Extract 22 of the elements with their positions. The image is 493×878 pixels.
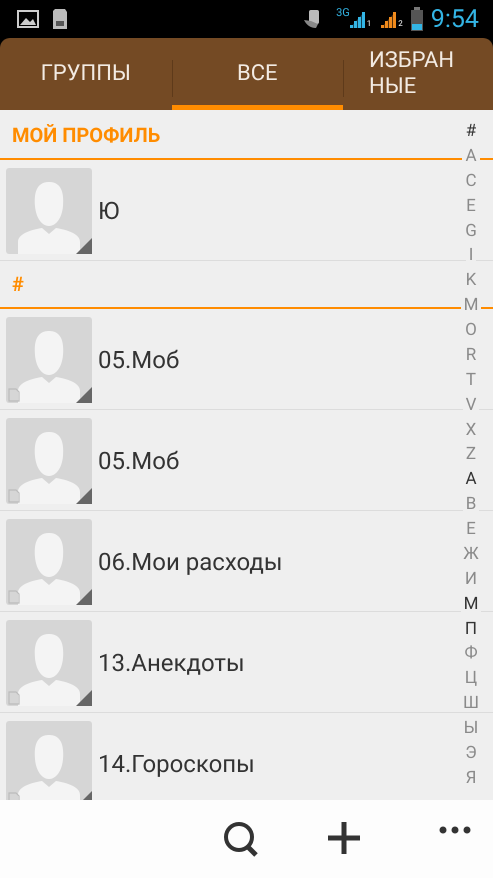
search-icon <box>223 821 259 857</box>
battery-icon <box>410 7 423 31</box>
network-type: 3G <box>336 6 350 19</box>
contact-name[interactable]: Ю <box>98 197 120 225</box>
sim-number: 2 <box>398 20 403 28</box>
tab[interactable]: ГРУППЫ <box>0 38 172 110</box>
section-header: МОЙ ПРОФИЛЬ <box>12 123 160 147</box>
sd-card-icon <box>52 8 68 30</box>
tab[interactable]: ИЗБРАН НЫЕ <box>343 38 493 110</box>
more-icon <box>439 826 471 834</box>
section-header: # <box>12 272 24 296</box>
index-letter[interactable]: В <box>462 495 480 514</box>
contact-name[interactable]: 05.Моб <box>98 447 180 475</box>
index-letter[interactable]: М <box>460 594 482 613</box>
clock: 9:54 <box>430 4 479 34</box>
contact-name[interactable]: 06.Мои расходы <box>98 548 282 576</box>
contact-name[interactable]: 05.Моб <box>98 346 180 374</box>
contact-name[interactable]: 14.Гороскопы <box>98 750 255 778</box>
add-icon <box>327 821 361 857</box>
image-icon <box>17 9 39 29</box>
contact-name[interactable]: 13.Анекдоты <box>98 649 245 677</box>
sim-number: 1 <box>366 20 372 28</box>
